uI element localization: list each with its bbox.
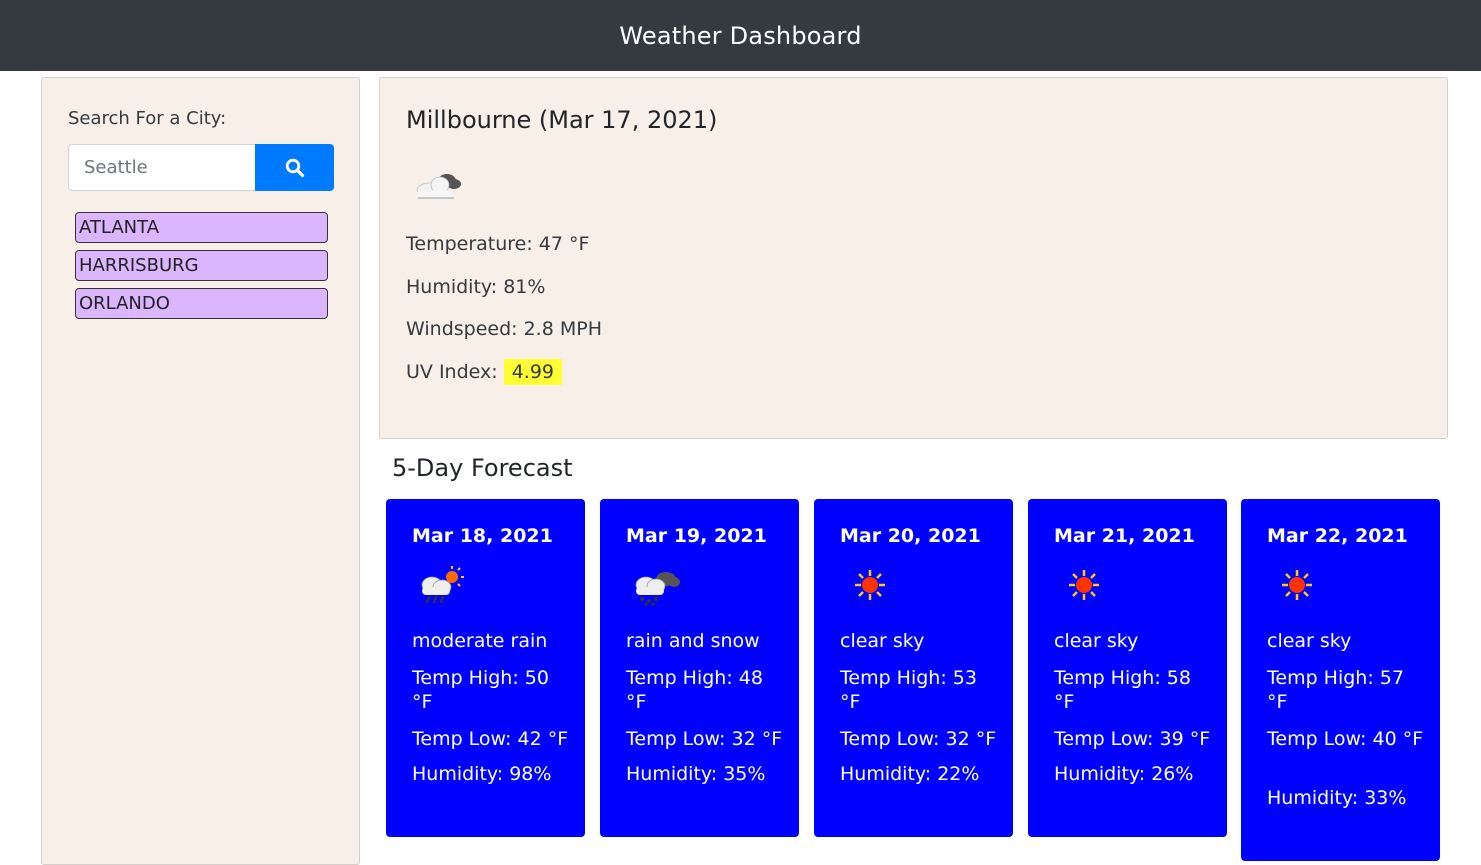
forecast-humidity: Humidity: 33% <box>1267 787 1407 809</box>
forecast-humidity: Humidity: 35% <box>626 763 766 785</box>
current-temperature: Temperature: 47 °F <box>406 233 590 255</box>
forecast-temp-high: Temp High: 53 °F <box>840 667 977 713</box>
search-sidebar: Search For a City: ATLANTA HARRISBURG OR… <box>41 77 360 865</box>
city-button-harrisburg[interactable]: HARRISBURG <box>75 250 328 281</box>
forecast-card: Mar 22, 2021 clear sky Temp High: 57 °F … <box>1241 499 1440 861</box>
forecast-temp-high: Temp High: 50 °F <box>412 667 549 713</box>
search-icon <box>285 158 304 177</box>
forecast-card: Mar 20, 2021 clear sky Temp High: 53 °F … <box>814 499 1013 837</box>
forecast-date: Mar 19, 2021 <box>626 525 767 547</box>
forecast-description: clear sky <box>1267 630 1352 652</box>
forecast-card: Mar 18, 2021 moderate rain Temp High: 50… <box>386 499 585 837</box>
sun-icon <box>1069 570 1099 600</box>
forecast-temp-high: Temp High: 57 °F <box>1267 667 1404 713</box>
forecast-date: Mar 21, 2021 <box>1054 525 1195 547</box>
forecast-temp-low: Temp Low: 32 °F <box>626 728 783 750</box>
search-input[interactable] <box>68 144 255 191</box>
forecast-description: rain and snow <box>626 630 760 652</box>
current-windspeed: Windspeed: 2.8 MPH <box>406 318 602 340</box>
uv-value-badge: 4.99 <box>503 359 563 385</box>
forecast-description: clear sky <box>840 630 925 652</box>
navbar: Weather Dashboard <box>0 0 1481 71</box>
forecast-temp-low: Temp Low: 40 °F <box>1267 728 1424 750</box>
forecast-humidity: Humidity: 22% <box>840 763 980 785</box>
forecast-temp-high: Temp High: 48 °F <box>626 667 763 713</box>
city-button-atlanta[interactable]: ATLANTA <box>75 212 328 243</box>
page-title: Weather Dashboard <box>619 21 862 50</box>
search-label: Search For a City: <box>68 108 227 129</box>
forecast-title: 5-Day Forecast <box>392 454 573 482</box>
forecast-humidity: Humidity: 26% <box>1054 763 1194 785</box>
forecast-date: Mar 20, 2021 <box>840 525 981 547</box>
forecast-card: Mar 19, 2021 rain and snow Temp High: 48… <box>600 499 799 837</box>
forecast-humidity: Humidity: 98% <box>412 763 552 785</box>
forecast-temp-high: Temp High: 58 °F <box>1054 667 1191 713</box>
forecast-temp-low: Temp Low: 39 °F <box>1054 728 1211 750</box>
forecast-card: Mar 21, 2021 clear sky Temp High: 58 °F … <box>1028 499 1227 837</box>
cloud-icon <box>416 174 461 199</box>
current-weather-panel: Millbourne (Mar 17, 2021) Temperature: 4… <box>379 77 1448 439</box>
forecast-date: Mar 18, 2021 <box>412 525 553 547</box>
current-city-title: Millbourne (Mar 17, 2021) <box>406 106 718 134</box>
rain-sun-icon <box>421 566 464 604</box>
uv-label: UV Index: <box>406 361 498 383</box>
current-uv: UV Index: 4.99 <box>406 359 563 385</box>
forecast-temp-low: Temp Low: 42 °F <box>412 728 569 750</box>
current-humidity: Humidity: 81% <box>406 276 546 298</box>
city-button-orlando[interactable]: ORLANDO <box>75 288 328 319</box>
snow-cloud-icon <box>635 572 680 606</box>
forecast-description: moderate rain <box>412 630 548 652</box>
sun-icon <box>1282 570 1312 600</box>
city-history-list: ATLANTA HARRISBURG ORLANDO <box>75 212 328 326</box>
forecast-description: clear sky <box>1054 630 1139 652</box>
forecast-date: Mar 22, 2021 <box>1267 525 1408 547</box>
sun-icon <box>855 570 885 600</box>
search-button[interactable] <box>255 144 334 191</box>
forecast-temp-low: Temp Low: 32 °F <box>840 728 997 750</box>
